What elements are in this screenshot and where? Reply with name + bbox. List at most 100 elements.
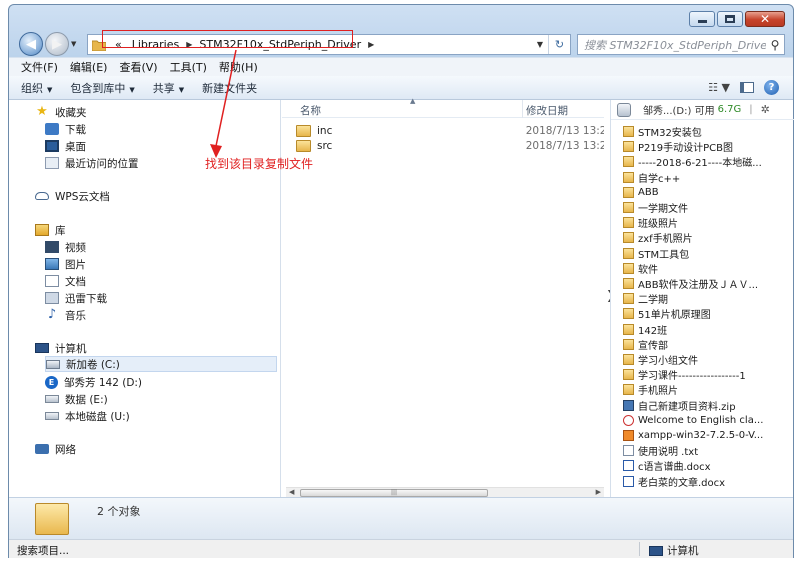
status-text: 搜索项目... (17, 545, 70, 557)
drive-item[interactable]: xampp-win32-7.2.5-0-V... (623, 428, 791, 443)
maximize-button[interactable] (717, 11, 743, 27)
menu-file[interactable]: 文件(F) (21, 59, 58, 75)
caption-buttons: ✕ (689, 11, 785, 27)
drive-item[interactable]: 自学c++ (623, 170, 791, 185)
nav-documents[interactable]: 文档 (45, 273, 86, 289)
column-name[interactable]: 名称 (300, 103, 321, 118)
scrollbar-thumb[interactable]: ||| (300, 489, 488, 497)
drive-item-label: STM32安装包 (638, 128, 702, 139)
breadcrumb-libraries[interactable]: Libraries (127, 38, 185, 51)
nav-music[interactable]: ♪ 音乐 (45, 307, 86, 323)
drive-item[interactable]: 一学期文件 (623, 200, 791, 215)
drive-item[interactable]: 学习课件-----------------1 (623, 367, 791, 382)
drive-item[interactable]: ABB (623, 185, 791, 200)
nav-videos[interactable]: 视频 (45, 239, 86, 255)
drive-item[interactable]: 51单片机原理图 (623, 306, 791, 321)
breadcrumb-current-folder[interactable]: STM32F10x_StdPeriph_Driver (194, 38, 366, 51)
nav-label: 图片 (65, 258, 86, 271)
folder-icon (35, 503, 69, 535)
drive-item[interactable]: 142班 (623, 322, 791, 337)
nav-libraries[interactable]: 库 (35, 222, 66, 238)
file-row-src[interactable]: src 2018/7/13 13:2 (296, 138, 604, 154)
back-button[interactable]: ◀ (19, 32, 43, 56)
drive-icon (45, 412, 59, 420)
drive-item[interactable]: 宣传部 (623, 337, 791, 352)
nav-downloads[interactable]: 下载 (45, 121, 86, 137)
chevron-down-icon: ▼ (129, 85, 135, 94)
chevron-right-icon[interactable]: ▶ (184, 40, 194, 49)
navigation-pane: ★ 收藏夹 下载 桌面 最近访问的位置 WPS云文档 库 视频 图片 文档 迅雷下… (9, 100, 313, 497)
horizontal-scrollbar[interactable]: ◀ ||| ▶ (286, 487, 604, 497)
column-header: ▲ 名称 修改日期 (282, 97, 604, 118)
drive-item[interactable]: 老白菜的文章.docx (623, 474, 791, 489)
forward-button[interactable]: ▶ (45, 32, 69, 56)
drive-item[interactable]: zxf手机照片 (623, 230, 791, 245)
drive-badge-icon: E (45, 375, 58, 389)
address-dropdown-icon[interactable]: ▼ (532, 40, 548, 49)
history-dropdown-icon[interactable]: ▼ (71, 40, 79, 48)
drive-item[interactable]: c语言谱曲.docx (623, 458, 791, 473)
preview-pane-icon[interactable] (740, 82, 754, 93)
drive-item[interactable]: STM工具包 (623, 246, 791, 261)
drive-item[interactable]: 软件 (623, 261, 791, 276)
scroll-left-icon[interactable]: ◀ (289, 488, 294, 496)
drive-item[interactable]: P219手动设计PCB图 (623, 139, 791, 154)
include-in-library-button[interactable]: 包含到库中 ▼ (70, 80, 134, 96)
nav-drive-c[interactable]: 新加卷 (C:) (45, 356, 277, 372)
folder-icon (623, 338, 634, 350)
file-row-inc[interactable]: inc 2018/7/13 13:2 (296, 123, 604, 139)
organize-button[interactable]: 组织 ▼ (21, 80, 52, 96)
nav-pictures[interactable]: 图片 (45, 256, 86, 272)
folder-icon (623, 262, 634, 274)
nav-wps-cloud[interactable]: WPS云文档 (35, 188, 110, 204)
drive-item[interactable]: 手机照片 (623, 382, 791, 397)
search-input[interactable]: 搜索 STM32F10x_StdPeriph_Driver ⚲ (577, 34, 785, 55)
menu-tools[interactable]: 工具(T) (170, 59, 207, 75)
drive-item-label: 使用说明 .txt (638, 447, 699, 459)
close-button[interactable]: ✕ (745, 11, 785, 27)
system-drive-icon (46, 359, 60, 369)
drive-item[interactable]: 自己新建项目资料.zip (623, 398, 791, 413)
search-icon[interactable]: ⚲ (766, 38, 784, 52)
drive-item[interactable]: Welcome to English cla... (623, 413, 791, 428)
drive-item[interactable]: -----2018-6-21----本地磁... (623, 154, 791, 169)
explorer-window: ✕ ◀ ▶ ▼ « Libraries ▶ STM32F10x_StdPerip… (8, 4, 794, 558)
folder-icon (623, 186, 634, 198)
column-divider[interactable] (522, 100, 523, 118)
nav-network[interactable]: 网络 (35, 441, 76, 457)
drive-item[interactable]: 二学期 (623, 291, 791, 306)
drive-item[interactable]: ABB软件及注册及ＪＡＶ... (623, 276, 791, 291)
menu-help[interactable]: 帮助(H) (219, 59, 258, 75)
minimize-button[interactable] (689, 11, 715, 27)
nav-desktop[interactable]: 桌面 (45, 138, 86, 154)
nav-drive-e[interactable]: 数据 (E:) (45, 391, 108, 407)
menu-view[interactable]: 查看(V) (119, 59, 157, 75)
drive-item[interactable]: 班级照片 (623, 215, 791, 230)
maximize-icon (725, 15, 735, 23)
nav-xunlei-downloads[interactable]: 迅雷下载 (45, 290, 107, 306)
nav-drive-u[interactable]: 本地磁盘 (U:) (45, 408, 130, 424)
drive-item[interactable]: STM32安装包 (623, 124, 791, 139)
zip-file-icon (623, 399, 634, 411)
nav-drive-d[interactable]: E 邹秀芳 142 (D:) (45, 374, 142, 390)
new-folder-button[interactable]: 新建文件夹 (202, 80, 257, 96)
folder-icon (623, 293, 634, 305)
nav-favorites[interactable]: ★ 收藏夹 (35, 104, 86, 120)
breadcrumb-overflow[interactable]: « (110, 38, 127, 51)
nav-recent-places[interactable]: 最近访问的位置 (45, 155, 139, 171)
scroll-right-icon[interactable]: ▶ (596, 488, 601, 496)
change-view-icon[interactable]: ☷ ▼ (708, 81, 730, 94)
help-icon[interactable]: ? (764, 80, 779, 95)
text-file-icon (623, 445, 634, 457)
drive-item[interactable]: 使用说明 .txt (623, 443, 791, 458)
nav-computer[interactable]: 计算机 (35, 340, 87, 356)
address-bar[interactable]: « Libraries ▶ STM32F10x_StdPeriph_Driver… (87, 34, 571, 55)
gear-icon[interactable]: ✲ (761, 103, 770, 116)
menu-edit[interactable]: 编辑(E) (70, 59, 108, 75)
chevron-right-icon[interactable]: ▶ (366, 40, 376, 49)
drive-item[interactable]: 学习小组文件 (623, 352, 791, 367)
column-date-modified[interactable]: 修改日期 (526, 103, 568, 118)
refresh-button[interactable]: ↻ (548, 35, 570, 54)
share-button[interactable]: 共享 ▼ (153, 80, 184, 96)
drive-free-space: 6.7G (717, 104, 742, 115)
